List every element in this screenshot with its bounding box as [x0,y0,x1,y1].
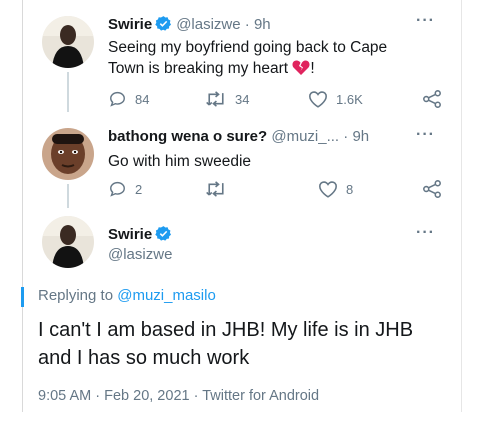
tweet-text: Seeing my boyfriend going back to Cape T… [108,37,387,82]
replying-handle-link[interactable]: @muzi_masilo [117,287,216,304]
main-tweet-header: Swirie [108,225,176,246]
reply-button[interactable]: 84 [108,90,149,108]
tweet-source[interactable]: Twitter for Android [202,388,319,404]
tweet-text-end: ! [310,60,315,77]
tweet-timestamp[interactable]: 9:05 AM [38,388,91,404]
reply-count: 84 [135,91,150,107]
tweet-time[interactable]: 9h [352,128,369,145]
display-name[interactable]: Swirie [108,16,152,33]
like-button[interactable]: 8 [318,180,353,198]
display-name[interactable]: Swirie [108,226,152,243]
retweet-icon [206,181,224,197]
avatar[interactable] [42,128,94,180]
tweet-text-line: Town is breaking my heart [108,60,289,77]
user-handle[interactable]: @muzi_... [271,128,339,145]
separator-dot: · [244,16,250,33]
share-button[interactable] [422,90,442,108]
avatar[interactable] [42,16,94,68]
reply-button[interactable]: 2 [108,180,142,198]
verified-badge-icon [155,15,172,37]
retweet-count: 34 [235,91,250,107]
tweet-actions: 84 34 1.6K [108,90,448,110]
thread-line [67,72,69,112]
share-icon [423,90,441,108]
share-icon [423,180,441,198]
broken-heart-icon [292,59,310,82]
replying-to: Replying to @muzi_masilo [38,287,216,304]
reply-icon [110,91,125,107]
retweet-button[interactable]: 34 [205,90,249,108]
more-options-icon[interactable]: ··· [416,12,435,30]
like-button[interactable]: 1.6K [308,90,363,108]
scroll-edge-marker [21,287,24,307]
tweet-date[interactable]: Feb 20, 2021 [104,388,189,404]
retweet-icon [206,91,224,107]
replying-prefix: Replying to [38,287,118,304]
heart-icon [309,91,327,108]
reply-count: 2 [135,181,143,197]
separator-dot: · [95,388,101,404]
reply-icon [110,181,125,197]
tweet-header: Swirie @lasizwe · 9h [108,15,271,37]
retweet-button[interactable] [205,180,235,198]
tweet-meta: 9:05 AM · Feb 20, 2021 · Twitter for And… [38,388,319,404]
like-count: 1.6K [336,91,363,107]
main-tweet-text: I can't I am based in JHB! My life is in… [38,319,414,369]
heart-icon [319,181,337,198]
share-button[interactable] [422,180,442,198]
user-handle[interactable]: @lasizwe [176,16,240,33]
avatar[interactable] [42,216,94,268]
tweet-actions: 2 8 [108,180,448,200]
thread-line [67,184,69,208]
like-count: 8 [346,181,354,197]
more-options-icon[interactable]: ··· [416,126,435,144]
tweet-header: bathong wena o sure? @muzi_... · 9h [108,128,369,146]
display-name[interactable]: bathong wena o sure? [108,128,267,145]
user-handle[interactable]: @lasizwe [108,246,172,263]
tweet-text: Go with him sweedie [108,153,252,170]
more-options-icon[interactable]: ··· [416,224,435,242]
tweet-text-line: Seeing my boyfriend going back to Cape [108,39,388,56]
separator-dot: · [193,388,199,404]
verified-badge-icon [155,225,172,246]
separator-dot: · [343,128,349,145]
tweet-time[interactable]: 9h [254,16,271,33]
